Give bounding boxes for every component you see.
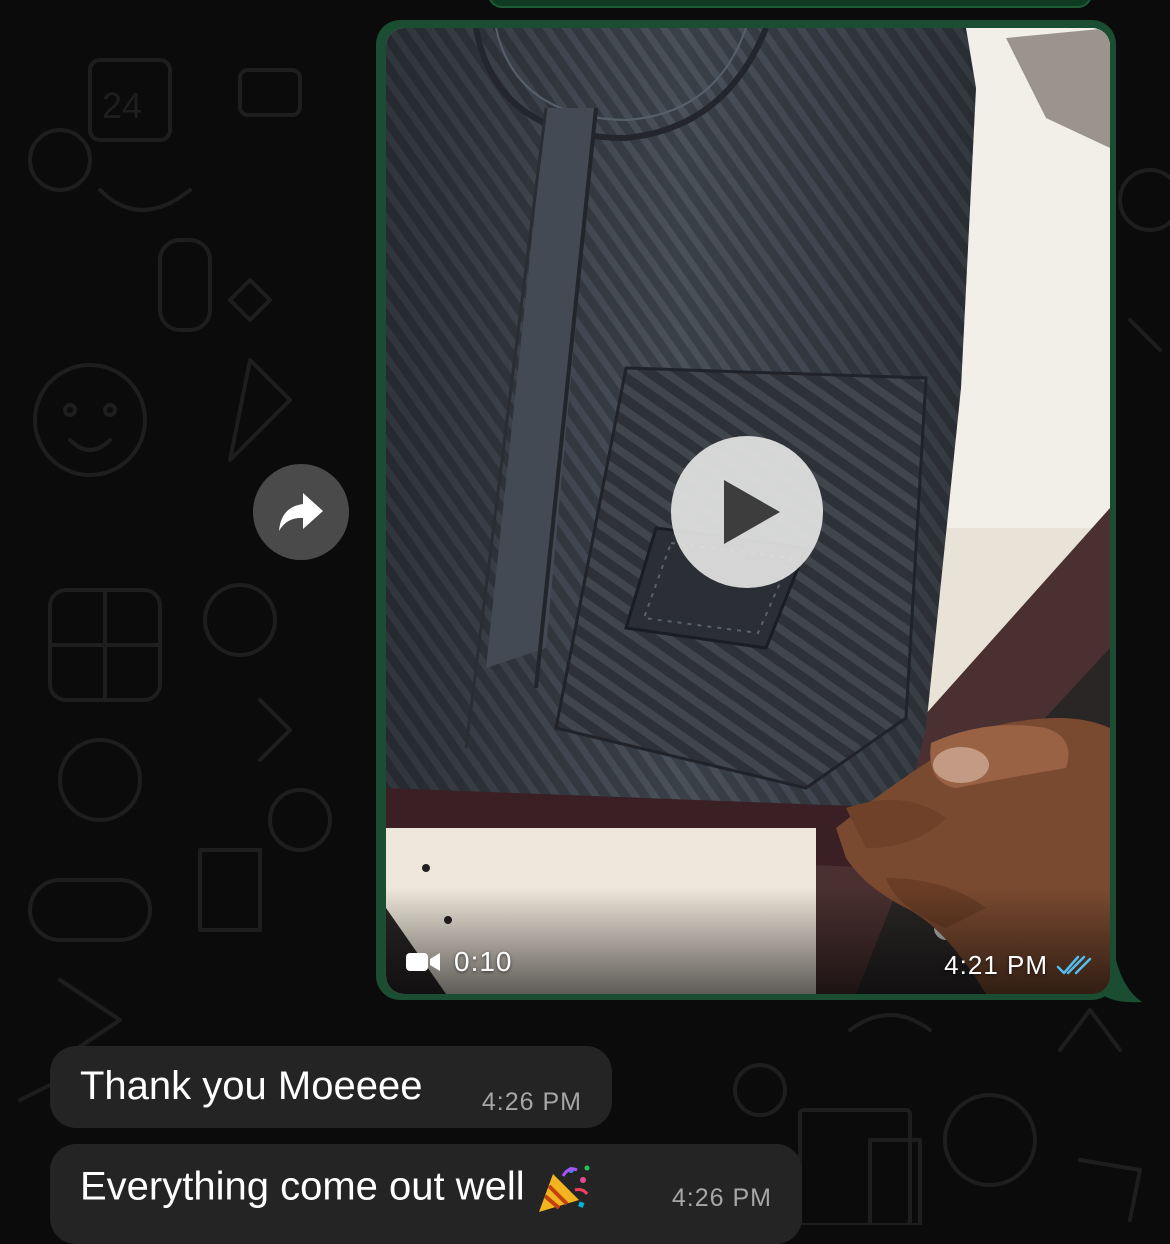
message-text: Thank you Moeeee bbox=[80, 1064, 423, 1108]
video-duration-indicator: 0:10 bbox=[406, 946, 513, 978]
message-text-wrap: Everything come out well bbox=[80, 1162, 593, 1216]
incoming-message[interactable]: Thank you Moeeee 4:26 PM bbox=[50, 1046, 612, 1128]
incoming-message[interactable]: Everything come out well 4:26 PM bbox=[50, 1144, 802, 1244]
video-message-meta: 4:21 PM bbox=[944, 950, 1092, 981]
svg-text:24: 24 bbox=[102, 85, 142, 126]
video-duration: 0:10 bbox=[454, 946, 513, 977]
message-time: 4:26 PM bbox=[481, 1088, 582, 1116]
previous-message-bubble-edge bbox=[488, 0, 1092, 8]
play-button[interactable] bbox=[671, 436, 823, 588]
message-text: Everything come out well bbox=[80, 1164, 525, 1209]
double-check-icon bbox=[1056, 955, 1092, 974]
play-icon bbox=[724, 480, 780, 544]
message-time: 4:21 PM bbox=[944, 950, 1048, 980]
forward-button[interactable] bbox=[253, 464, 349, 560]
video-camera-icon bbox=[406, 953, 440, 971]
message-time: 4:26 PM bbox=[671, 1184, 772, 1212]
party-popper-icon bbox=[538, 1165, 590, 1212]
forward-arrow-icon bbox=[279, 493, 323, 531]
